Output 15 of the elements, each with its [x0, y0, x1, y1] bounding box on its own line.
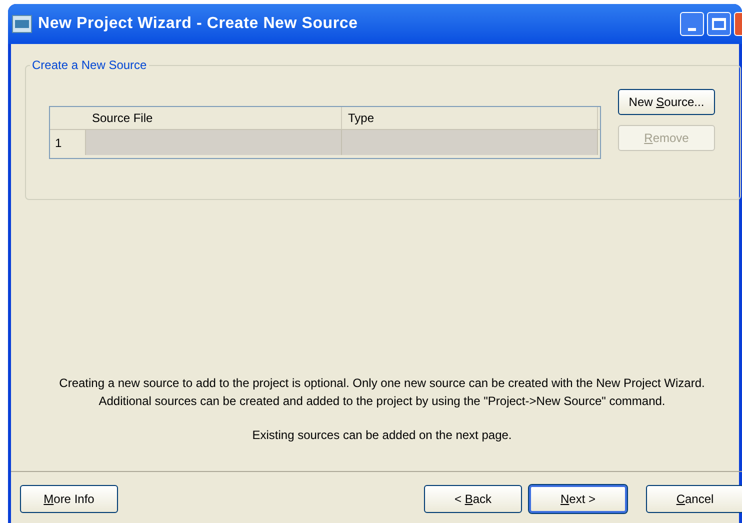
table-action-button[interactable]: New Source... — [618, 89, 715, 115]
maximize-button[interactable] — [707, 12, 731, 36]
info-text: Additional sources can be created and added to the project by using the "Project->New Source" command. — [98, 393, 666, 410]
more-info-button[interactable]: More Info — [20, 485, 118, 513]
app-icon — [12, 15, 32, 33]
table-cell[interactable] — [342, 130, 598, 155]
info-text: Creating a new source to add to the project is optional. Only one new source can be created with the New Project Wizard. — [58, 375, 706, 392]
table-cell[interactable] — [86, 130, 342, 155]
info-text: Existing sources can be added on the next page. — [251, 427, 513, 444]
cancel-button[interactable]: Cancel — [646, 485, 742, 513]
minimize-button[interactable] — [680, 12, 704, 36]
next-button[interactable]: Next > — [529, 485, 627, 513]
group-title: Create a New Source — [31, 57, 148, 74]
back-button[interactable]: < Back — [424, 485, 522, 513]
window-title: New Project Wizard - Create New Source — [38, 14, 358, 34]
